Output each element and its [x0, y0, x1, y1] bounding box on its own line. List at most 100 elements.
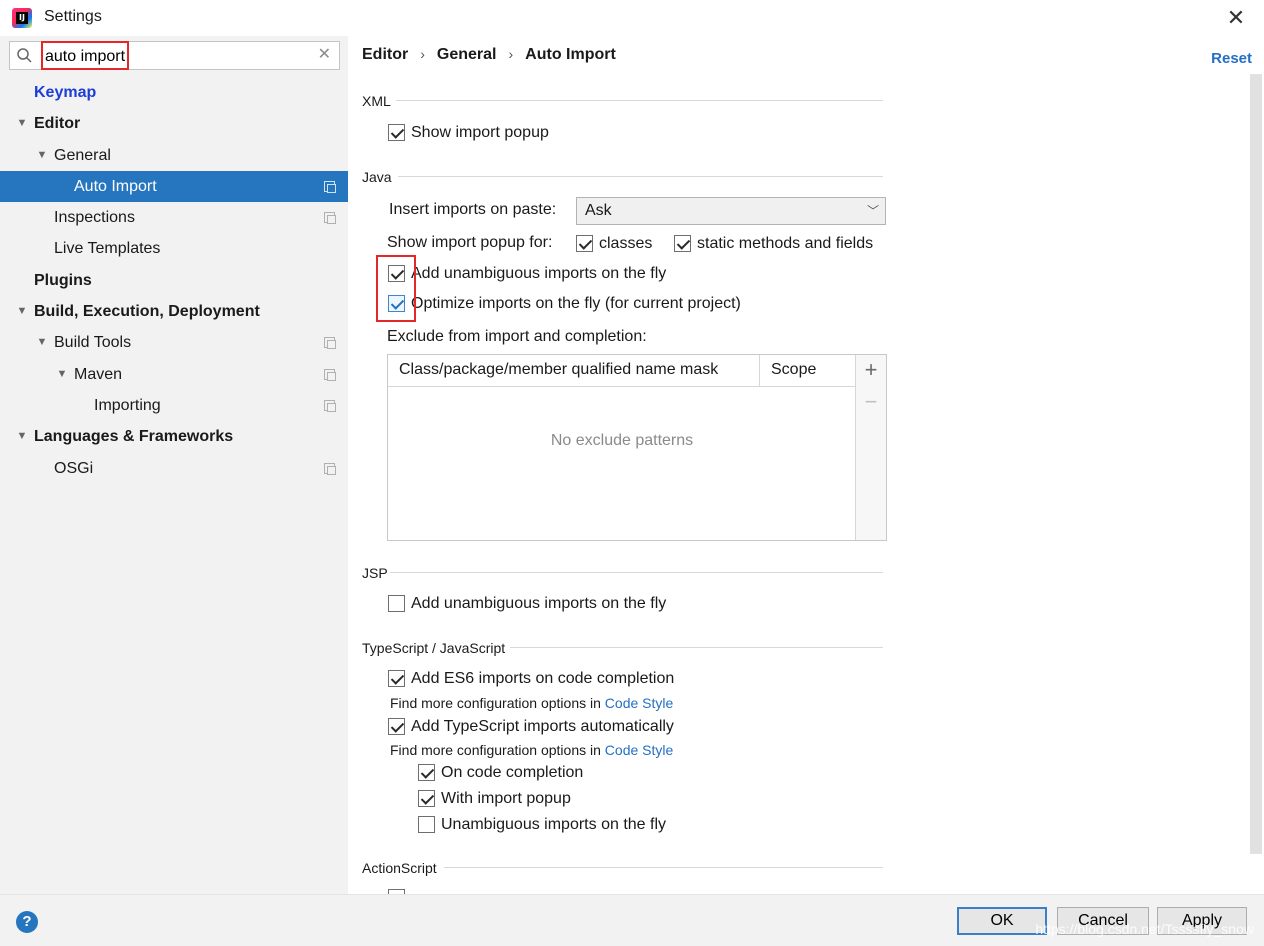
section-divider [398, 176, 883, 177]
search-input[interactable]: auto import [41, 41, 130, 70]
project-scope-icon [324, 462, 336, 475]
project-scope-icon [324, 399, 336, 412]
window-title: Settings [44, 8, 102, 25]
exclude-label: Exclude from import and completion: [387, 328, 647, 345]
section-divider [444, 867, 883, 868]
popup-static-methods-checkbox[interactable] [674, 235, 691, 252]
column-header-scope[interactable]: Scope [771, 361, 816, 379]
settings-search-box[interactable]: auto import ✕ [9, 41, 340, 70]
checkbox-label: Add ES6 imports on code completion [411, 670, 675, 687]
section-divider [510, 647, 883, 648]
tree-item-general[interactable]: ▼ General [0, 140, 348, 171]
project-scope-icon [324, 180, 336, 193]
insert-on-paste-select[interactable]: Ask ﹀ [576, 197, 886, 225]
tree-item-live-templates[interactable]: Live Templates [0, 233, 348, 264]
project-scope-icon [324, 212, 336, 225]
tree-item-inspections[interactable]: Inspections [0, 202, 348, 233]
chevron-down-icon[interactable]: ▼ [35, 327, 49, 358]
reset-link[interactable]: Reset [1211, 50, 1252, 67]
checkbox-label: classes [599, 235, 653, 252]
ts-with-popup-checkbox[interactable] [418, 790, 435, 807]
tree-item-build-execution-deployment[interactable]: ▼ Build, Execution, Deployment [0, 296, 348, 327]
tree-item-label: Editor [34, 115, 81, 133]
breadcrumb: Editor › General › Auto Import [362, 46, 616, 64]
checkbox-label: With import popup [441, 790, 571, 807]
help-icon[interactable]: ? [16, 911, 38, 933]
tree-item-label: Build, Execution, Deployment [34, 303, 260, 321]
intellij-app-icon: IJ [12, 8, 32, 28]
table-empty-text: No exclude patterns [550, 432, 694, 449]
ok-button[interactable]: OK [957, 907, 1047, 935]
watermark-text: https://blog.csdn.net/Tssssfly_snow [1035, 921, 1254, 937]
table-toolbar: + − [855, 355, 886, 540]
clear-search-icon[interactable]: ✕ [318, 44, 331, 64]
section-title-typescript: TypeScript / JavaScript [362, 640, 506, 656]
close-window-button[interactable]: ✕ [1222, 4, 1250, 32]
chevron-down-icon: ﹀ [866, 204, 879, 218]
search-icon [17, 48, 32, 63]
code-style-link[interactable]: Code Style [605, 695, 673, 711]
remove-pattern-button[interactable]: − [856, 389, 886, 415]
chevron-down-icon[interactable]: ▼ [15, 296, 29, 327]
tree-item-plugins[interactable]: Plugins [0, 265, 348, 296]
tree-item-build-tools[interactable]: ▼ Build Tools [0, 327, 348, 358]
content-scrollbar[interactable] [1250, 74, 1262, 854]
tree-item-label: Maven [74, 365, 123, 383]
settings-content-panel: Editor › General › Auto Import Reset XML Sho… [348, 36, 1264, 894]
tree-item-label: General [54, 146, 111, 164]
ts-on-completion-checkbox[interactable] [418, 764, 435, 781]
tree-item-label: Auto Import [74, 177, 157, 195]
settings-tree: Keymap ▼ Editor ▼ General Auto Import In… [0, 77, 348, 484]
tree-item-label: Build Tools [54, 334, 132, 352]
column-divider[interactable] [759, 355, 760, 387]
add-pattern-button[interactable]: + [856, 357, 886, 383]
hint-text: Find more configuration options in [390, 742, 601, 758]
chevron-down-icon[interactable]: ▼ [55, 359, 69, 390]
project-scope-icon [324, 368, 336, 381]
red-highlight-annotation [376, 255, 416, 322]
ts-auto-imports-checkbox[interactable] [388, 718, 405, 735]
tree-item-editor[interactable]: ▼ Editor [0, 108, 348, 139]
chevron-down-icon[interactable]: ▼ [15, 108, 29, 139]
hint-text: Find more configuration options in [390, 695, 601, 711]
tree-item-label: Importing [94, 396, 161, 414]
tree-item-label: OSGi [54, 459, 94, 477]
scrollbar-thumb[interactable] [1250, 74, 1262, 854]
settings-sidebar: auto import ✕ Keymap ▼ Editor ▼ General … [0, 36, 348, 894]
dialog-footer: ? OK Cancel Apply https://blog.csdn.net/… [0, 894, 1264, 946]
title-bar: IJ Settings ✕ [0, 0, 1264, 36]
checkbox-label: On code completion [441, 764, 584, 781]
breadcrumb-auto-import: Auto Import [525, 46, 616, 63]
ts-es6-imports-checkbox[interactable] [388, 670, 405, 687]
ts-unambiguous-checkbox[interactable] [418, 816, 435, 833]
tree-item-keymap[interactable]: Keymap [0, 77, 348, 108]
exclude-patterns-table[interactable]: Class/package/member qualified name mask… [387, 354, 887, 541]
tree-item-languages-frameworks[interactable]: ▼ Languages & Frameworks [0, 421, 348, 452]
chevron-down-icon[interactable]: ▼ [35, 140, 49, 171]
tree-item-osgi[interactable]: OSGi [0, 453, 348, 484]
tree-item-label: Live Templates [54, 240, 161, 258]
code-style-hint: Find more configuration options in Code … [390, 695, 673, 711]
jsp-add-unambiguous-checkbox[interactable] [388, 595, 405, 612]
section-divider [396, 100, 883, 101]
code-style-link[interactable]: Code Style [605, 742, 673, 758]
tree-item-auto-import[interactable]: Auto Import [0, 170, 348, 203]
popup-classes-checkbox[interactable] [576, 235, 593, 252]
checkbox-label: Add TypeScript imports automatically [411, 718, 674, 735]
project-scope-icon [324, 337, 336, 350]
code-style-hint: Find more configuration options in Code … [390, 742, 673, 758]
section-title-jsp: JSP [362, 565, 388, 581]
tree-item-label: Languages & Frameworks [34, 428, 234, 446]
chevron-down-icon[interactable]: ▼ [15, 421, 29, 452]
tree-item-label: Keymap [34, 84, 97, 101]
tree-item-maven[interactable]: ▼ Maven [0, 359, 348, 390]
checkbox-label: Add unambiguous imports on the fly [411, 595, 667, 612]
xml-show-import-popup-checkbox[interactable] [388, 124, 405, 141]
column-header-mask[interactable]: Class/package/member qualified name mask [399, 361, 718, 379]
show-popup-for-label: Show import popup for: [387, 234, 553, 251]
checkbox-label: Unambiguous imports on the fly [441, 816, 666, 833]
tree-item-importing[interactable]: Importing [0, 390, 348, 421]
breadcrumb-editor: Editor [362, 46, 409, 63]
breadcrumb-separator: › [508, 46, 514, 62]
checkbox-label: Show import popup [411, 124, 549, 141]
